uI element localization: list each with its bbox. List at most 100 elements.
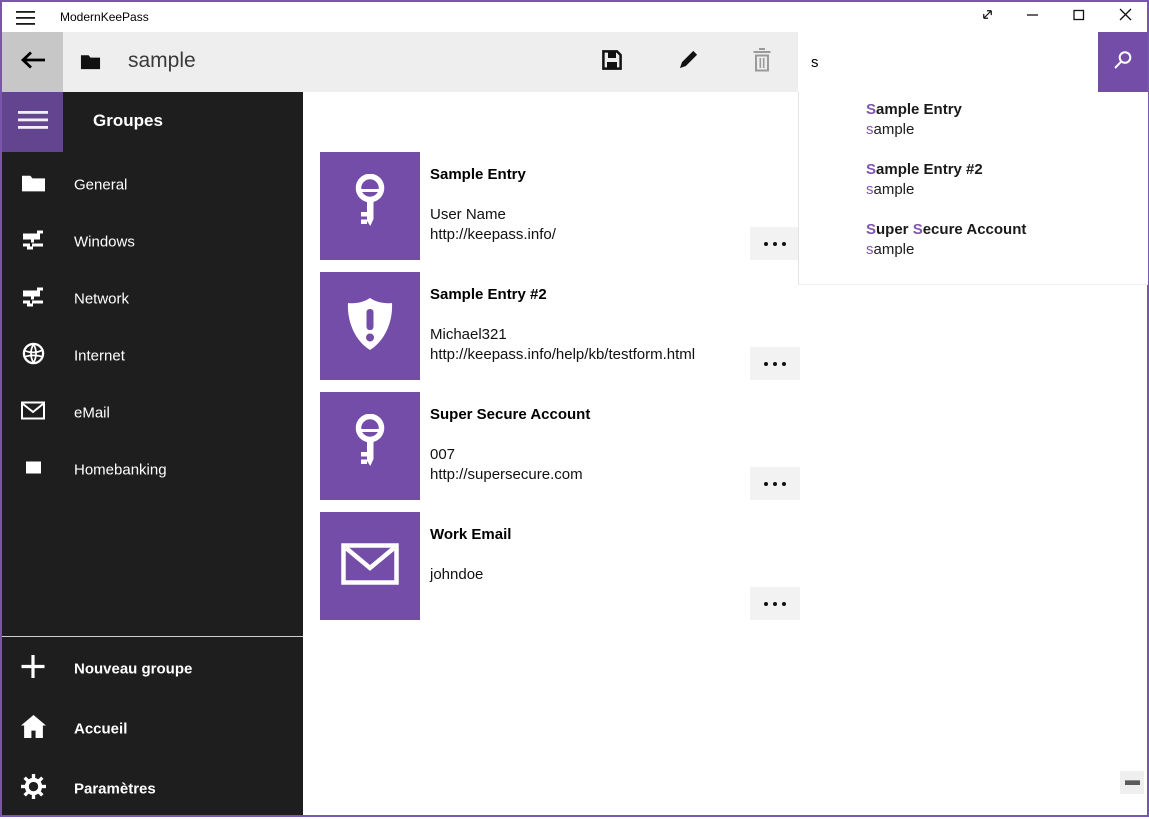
nav-toggle-button[interactable] — [2, 92, 63, 152]
hamburger-icon — [18, 109, 48, 136]
suggestion-subtitle: sample — [866, 240, 1140, 260]
entry-tile — [320, 512, 420, 620]
suggestion-subtitle: sample — [866, 180, 1140, 200]
key-icon — [350, 174, 390, 239]
entry-tile — [320, 152, 420, 260]
search-suggestion[interactable]: Super Secure Account sample — [866, 219, 1140, 260]
entry-row-sample-entry-2[interactable]: Sample Entry #2 Michael321 http://keepas… — [320, 272, 810, 380]
sidebar-item-label: eMail — [74, 404, 110, 421]
bank-icon — [20, 460, 46, 480]
close-icon — [1119, 8, 1132, 26]
edit-button[interactable] — [663, 32, 713, 92]
search-suggestion[interactable]: Sample Entry sample — [866, 99, 1140, 140]
delete-button[interactable] — [737, 32, 787, 92]
fullscreen-toggle-icon — [980, 7, 995, 27]
mail-icon — [20, 401, 46, 424]
search-suggestion[interactable]: Sample Entry #2 sample — [866, 159, 1140, 200]
fullscreen-toggle-button[interactable] — [964, 2, 1010, 32]
network-icon — [20, 286, 46, 311]
entry-row-super-secure-account[interactable]: Super Secure Account 007 http://supersec… — [320, 392, 810, 500]
mail-icon — [341, 543, 399, 590]
sidebar-item-general[interactable]: General — [2, 156, 303, 213]
close-button[interactable] — [1102, 2, 1148, 32]
suggestion-title: Sample Entry — [866, 99, 1140, 120]
suggestion-subtitle-part: s — [866, 121, 874, 138]
suggestion-title-part: S — [866, 161, 876, 178]
minimize-button[interactable] — [1010, 2, 1056, 32]
minus-icon — [1125, 780, 1140, 785]
sidebar-item-network[interactable]: Network — [2, 270, 303, 327]
entry-username: 007 — [430, 445, 583, 465]
suggestion-title-part: S — [866, 221, 876, 238]
titlebar: ModernKeePass — [2, 2, 1147, 32]
hamburger-icon[interactable] — [14, 10, 38, 26]
search-icon — [1113, 50, 1133, 75]
sidebar-action-label: Paramètres — [74, 781, 156, 798]
suggestion-title: Super Secure Account — [866, 219, 1140, 240]
search-box — [798, 32, 1098, 92]
appbar: sample — [2, 32, 1147, 92]
back-button[interactable] — [2, 32, 63, 92]
more-icon — [773, 242, 777, 246]
search-input[interactable] — [798, 32, 1098, 92]
sidebar-item-label: Windows — [74, 233, 135, 250]
entry-url: http://keepass.info/help/kb/testform.htm… — [430, 345, 695, 365]
suggestion-subtitle-part: s — [866, 241, 874, 258]
entry-more-button[interactable] — [750, 227, 800, 260]
entry-more-button[interactable] — [750, 347, 800, 380]
sidebar-action-label: Nouveau groupe — [74, 661, 192, 678]
maximize-button[interactable] — [1056, 2, 1102, 32]
gear-icon — [20, 774, 46, 804]
sidebar-action-settings[interactable]: Paramètres — [2, 759, 303, 819]
sidebar-item-label: Network — [74, 290, 129, 307]
entry-username: User Name — [430, 205, 556, 225]
entry-more-button[interactable] — [750, 467, 800, 500]
entry-row-work-email[interactable]: Work Email johndoe — [320, 512, 810, 620]
sidebar-item-internet[interactable]: Internet — [2, 327, 303, 384]
sidebar-item-windows[interactable]: Windows — [2, 213, 303, 270]
sidebar-item-email[interactable]: eMail — [2, 384, 303, 441]
suggestion-subtitle-part: s — [866, 181, 874, 198]
sidebar-action-new-group[interactable]: Nouveau groupe — [2, 639, 303, 699]
more-icon — [764, 482, 768, 486]
edit-icon — [678, 49, 699, 75]
suggestion-subtitle-part: ample — [874, 121, 915, 138]
save-button[interactable] — [587, 32, 637, 92]
network-icon — [20, 229, 46, 254]
entry-details: 007 http://supersecure.com — [430, 445, 583, 485]
suggestion-title-part: ample Entry #2 — [876, 161, 983, 178]
entry-row-sample-entry[interactable]: Sample Entry User Name http://keepass.in… — [320, 152, 810, 260]
search-button[interactable] — [1098, 32, 1147, 92]
entry-url: http://supersecure.com — [430, 465, 583, 485]
more-icon — [764, 602, 768, 606]
sidebar-action-label: Accueil — [74, 721, 127, 738]
more-icon — [773, 602, 777, 606]
search-suggestions-dropdown: Sample Entry sample Sample Entry #2 samp… — [798, 92, 1148, 285]
more-icon — [782, 242, 786, 246]
more-icon — [782, 482, 786, 486]
suggestion-title-part: ecure Account — [923, 221, 1027, 238]
groups-heading: Groupes — [93, 111, 163, 131]
more-icon — [764, 362, 768, 366]
more-icon — [782, 602, 786, 606]
suggestion-title-part: uper — [876, 221, 913, 238]
entry-more-button[interactable] — [750, 587, 800, 620]
suggestion-title-part: S — [913, 221, 923, 238]
entry-url: http://keepass.info/ — [430, 225, 556, 245]
commandbar-minimize-button[interactable] — [1120, 771, 1144, 794]
home-icon — [20, 715, 46, 743]
entry-details: Michael321 http://keepass.info/help/kb/t… — [430, 325, 695, 365]
entry-title: Work Email — [430, 526, 511, 543]
more-icon — [773, 482, 777, 486]
save-icon — [601, 49, 623, 76]
more-icon — [764, 242, 768, 246]
sidebar-action-home[interactable]: Accueil — [2, 699, 303, 759]
suggestion-subtitle-part: ample — [874, 181, 915, 198]
key-icon — [350, 414, 390, 479]
briefcase-icon — [80, 53, 101, 75]
sidebar: Groupes General Windows — [2, 92, 303, 815]
suggestion-title-part: ample Entry — [876, 101, 962, 118]
sidebar-item-label: Internet — [74, 347, 125, 364]
sidebar-item-homebanking[interactable]: Homebanking — [2, 441, 303, 498]
entry-title: Sample Entry — [430, 166, 526, 183]
